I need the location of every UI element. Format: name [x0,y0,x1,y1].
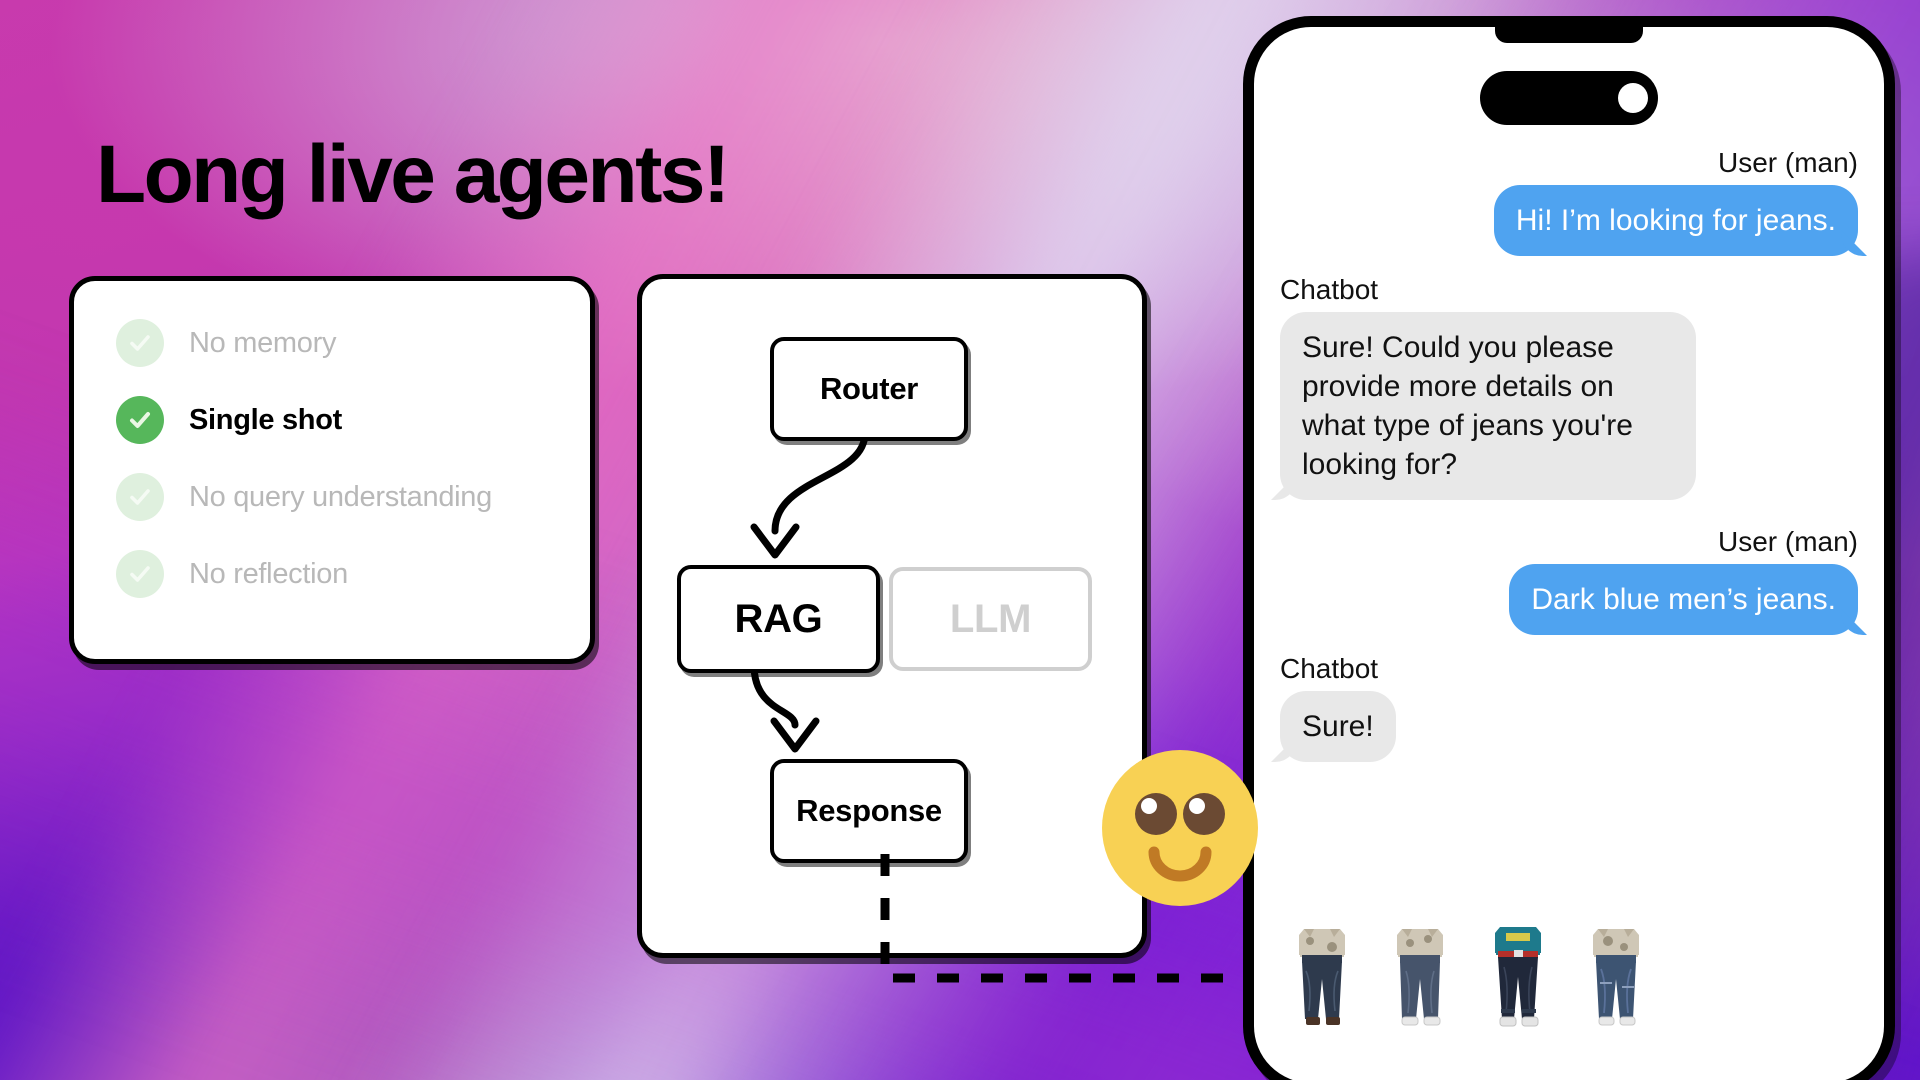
phone-mockup: User (man) Hi! I’m looking for jeans. Ch… [1243,16,1895,1080]
chat-bubble-bot: Sure! [1280,691,1396,762]
product-card-1[interactable] [1280,921,1364,1039]
product-card-3[interactable] [1476,921,1560,1039]
chat-thread: User (man) Hi! I’m looking for jeans. Ch… [1254,147,1884,766]
flow-node-label: RAG [734,596,823,641]
flow-diagram-card: Router RAG LLM Response [637,274,1147,958]
product-results-strip [1280,921,1876,1039]
message-speaker: User (man) [1717,147,1858,178]
checklist-item-label: No reflection [189,557,348,590]
message-speaker: Chatbot [1280,653,1379,684]
checklist-item-single-shot: Single shot [116,396,570,444]
flow-node-rag[interactable]: RAG [677,565,880,673]
checklist-item-label: No memory [189,326,337,359]
page-title: Long live agents! [96,129,730,220]
chat-bubble-bot: Sure! Could you please provide more deta… [1280,312,1696,500]
chat-bubble-user: Hi! I’m looking for jeans. [1493,185,1858,256]
checklist-card: No memory Single shot No query understan… [69,276,595,664]
check-circle-icon [116,396,164,444]
flow-node-label: Router [819,371,919,406]
product-card-2[interactable] [1378,921,1462,1039]
flow-diagram: Router RAG LLM Response [642,279,1142,953]
flow-node-response[interactable]: Response [770,759,968,863]
checklist: No memory Single shot No query understan… [116,319,570,598]
checklist-item-no-memory: No memory [116,319,570,367]
message-speaker: Chatbot [1280,274,1379,305]
phone-top-bump [1495,27,1643,43]
chat-bubble-user: Dark blue men’s jeans. [1509,564,1858,635]
message-speaker: User (man) [1717,526,1858,557]
check-circle-icon [116,550,164,598]
flow-node-router[interactable]: Router [770,337,968,441]
flow-node-llm[interactable]: LLM [889,567,1092,671]
flow-node-label: Response [796,793,942,828]
checklist-item-no-reflection: No reflection [116,550,570,598]
flow-node-label: LLM [949,596,1032,641]
checklist-item-no-query-understanding: No query understanding [116,473,570,521]
product-card-4[interactable] [1574,921,1658,1039]
smiling-face-emoji [1102,750,1258,906]
checklist-item-label: No query understanding [189,480,492,513]
front-camera-icon [1618,83,1648,113]
check-circle-icon [116,319,164,367]
check-circle-icon [116,473,164,521]
dynamic-island [1480,71,1658,125]
checklist-item-label: Single shot [189,403,342,436]
slide-canvas: Long live agents! No memory Single shot [0,0,1920,1080]
